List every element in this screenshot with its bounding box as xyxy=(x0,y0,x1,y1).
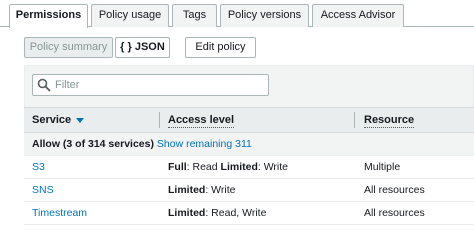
tab-permissions[interactable]: Permissions xyxy=(9,4,88,28)
tab-policy-usage[interactable]: Policy usage xyxy=(91,4,169,27)
search-icon xyxy=(37,78,51,92)
access-level-name: Limited xyxy=(168,207,206,219)
access-level-cell: Limited: Write xyxy=(168,179,236,202)
service-link-s3[interactable]: S3 xyxy=(32,156,45,179)
column-header-access-level-label: Access level xyxy=(168,114,235,128)
service-link-timestream[interactable]: Timestream xyxy=(32,202,87,225)
allow-group-label: Allow (3 of 314 services) xyxy=(32,138,154,150)
column-header-access-level: Access level xyxy=(168,108,348,132)
access-level-detail: : Write xyxy=(257,161,289,173)
access-level-detail: : Read, Write xyxy=(205,207,267,219)
tab-bar: Permissions Policy usage Tags Policy ver… xyxy=(0,0,474,28)
filter-area xyxy=(24,65,474,107)
column-divider xyxy=(159,112,160,128)
access-level-name: Full xyxy=(168,161,187,173)
access-level-cell: Limited: Read, Write xyxy=(168,202,266,225)
column-header-resource-label: Resource xyxy=(364,114,415,128)
column-header-service-label: Service xyxy=(32,114,72,126)
sort-descending-icon[interactable] xyxy=(76,117,85,123)
tab-tags[interactable]: Tags xyxy=(172,4,217,27)
access-level-detail: : Write xyxy=(205,184,236,196)
column-divider xyxy=(354,112,355,128)
resource-cell: Multiple xyxy=(364,161,401,173)
tab-access-advisor[interactable]: Access Advisor xyxy=(312,4,404,27)
table-header: Service Access level Resource xyxy=(24,107,474,133)
filter-input[interactable] xyxy=(55,77,263,93)
allow-group-row: Allow (3 of 314 services) Show remaining… xyxy=(24,133,474,156)
column-header-resource: Resource xyxy=(364,108,474,132)
edit-policy-button[interactable]: Edit policy xyxy=(185,37,256,58)
tab-policy-versions[interactable]: Policy versions xyxy=(220,4,309,27)
permissions-panel: Policy summary { } JSON Edit policy Serv… xyxy=(22,27,474,251)
policy-summary-button[interactable]: Policy summary xyxy=(24,37,113,58)
json-button[interactable]: { } JSON xyxy=(115,37,170,58)
table-row: Timestream Limited: Read, Write All reso… xyxy=(24,202,474,225)
access-level-name: Limited xyxy=(220,161,258,173)
access-level-cell: Full: Read Limited: Write xyxy=(168,156,288,179)
service-link-sns[interactable]: SNS xyxy=(32,179,54,202)
access-level-name: Limited xyxy=(168,184,206,196)
resource-cell: All resources xyxy=(364,207,425,219)
show-remaining-link[interactable]: Show remaining 311 xyxy=(157,138,252,150)
access-level-detail: : Read xyxy=(186,161,221,173)
resource-cell: All resources xyxy=(364,184,425,196)
table-row: SNS Limited: Write All resources xyxy=(24,179,474,202)
filter-box[interactable] xyxy=(32,74,269,96)
table-row: S3 Full: Read Limited: Write Multiple xyxy=(24,156,474,179)
column-header-service[interactable]: Service xyxy=(32,108,158,132)
